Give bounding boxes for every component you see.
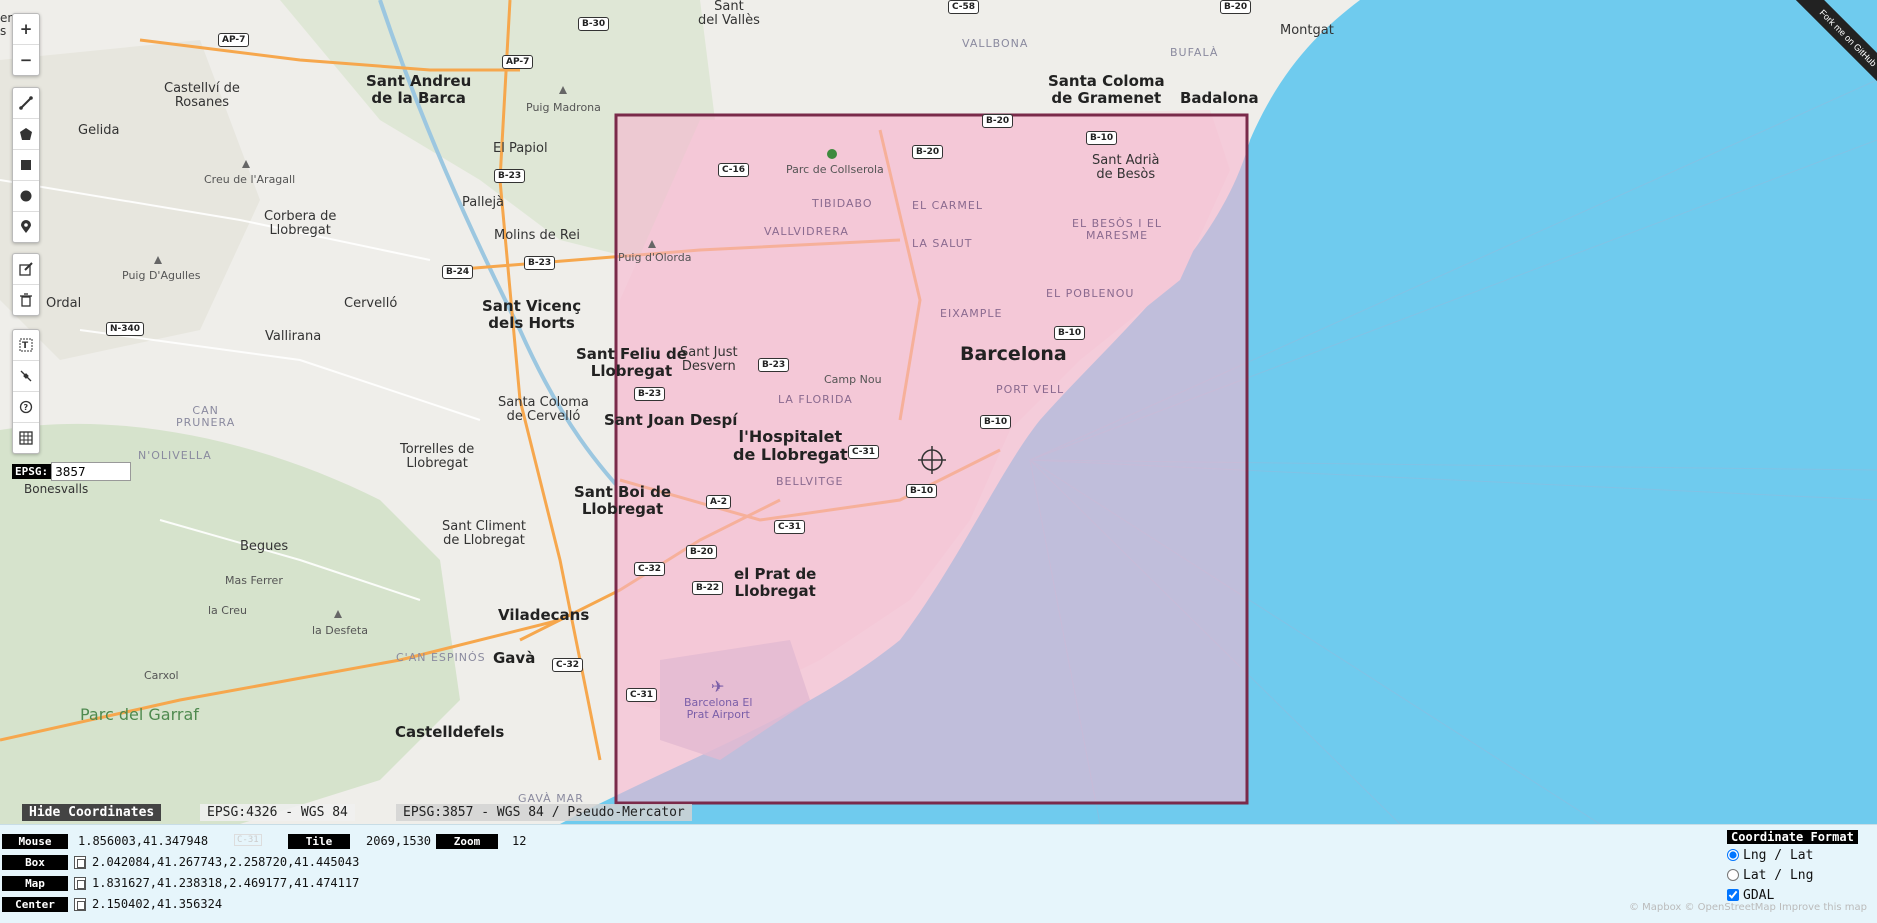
mouse-label: Mouse: [2, 834, 68, 849]
polyline-icon[interactable]: [13, 88, 39, 119]
road-shield: B-20: [912, 145, 944, 159]
grid-icon[interactable]: [13, 423, 39, 453]
road-shield: AP-7: [502, 55, 534, 69]
mouse-road-shield: C-31: [234, 834, 262, 846]
gdal-label: GDAL: [1743, 887, 1775, 903]
road-shield: AP-7: [218, 33, 250, 47]
edit-toolbar: [12, 253, 40, 316]
center-value: 2.150402,41.356324: [92, 897, 223, 911]
road-shield: B-20: [1220, 0, 1252, 14]
gdal-checkbox[interactable]: [1727, 889, 1739, 901]
rectangle-icon[interactable]: [13, 150, 39, 181]
road-shield: B-23: [494, 169, 526, 183]
tab-epsg-4326[interactable]: EPSG:4326 - WGS 84: [200, 804, 355, 821]
road-shield: B-10: [980, 415, 1012, 429]
map-attribution[interactable]: © Mapbox © OpenStreetMap Improve this ma…: [1629, 902, 1867, 913]
latlng-radio[interactable]: [1727, 869, 1739, 881]
road-shield: C-16: [718, 163, 750, 177]
road-shield: B-23: [758, 358, 790, 372]
svg-text:?: ?: [24, 403, 29, 412]
copy-icon[interactable]: [74, 856, 86, 869]
map-base-layer: ✈: [0, 0, 1877, 824]
copy-icon[interactable]: [74, 898, 86, 911]
road-shield: B-10: [906, 484, 938, 498]
epsg-label: EPSG:: [12, 464, 52, 479]
zoom-label: Zoom: [436, 834, 498, 849]
tile-value: 2069,1530: [366, 834, 432, 848]
mouse-value: 1.856003,41.347948: [78, 834, 209, 848]
satellite-icon[interactable]: [13, 361, 39, 392]
coordinates-panel: Mouse 1.856003,41.347948 C-31 Tile 2069,…: [0, 824, 1877, 923]
coordinate-format-title: Coordinate Format: [1727, 830, 1858, 844]
road-shield: B-30: [578, 17, 610, 31]
epsg-input[interactable]: [51, 462, 132, 481]
box-value: 2.042084,41.267743,2.258720,41.445043: [92, 855, 360, 869]
center-label: Center: [2, 897, 68, 912]
road-shield: B-23: [524, 256, 556, 270]
edit-icon[interactable]: [13, 254, 39, 285]
road-shield: C-31: [848, 445, 880, 459]
road-shield: B-20: [982, 114, 1014, 128]
latlng-label: Lat / Lng: [1743, 867, 1814, 883]
road-shield: B-22: [692, 581, 724, 595]
zoom-value: 12: [512, 834, 527, 848]
circle-icon[interactable]: [13, 181, 39, 212]
svg-text:T: T: [22, 341, 29, 351]
map-label: Map: [2, 876, 68, 891]
road-shield: C-31: [626, 688, 658, 702]
road-shield: C-32: [552, 658, 584, 672]
polygon-icon[interactable]: [13, 119, 39, 150]
road-shield: B-23: [634, 387, 666, 401]
coordinate-format-control: Coordinate Format Lng / Lat Lat / Lng GD…: [1727, 830, 1858, 905]
road-shield: B-10: [1086, 131, 1118, 145]
lnglat-label: Lng / Lat: [1743, 847, 1814, 863]
hide-coordinates-button[interactable]: Hide Coordinates: [22, 804, 162, 821]
road-shield: B-24: [442, 265, 474, 279]
zoom-control: + −: [12, 13, 40, 76]
svg-text:✈: ✈: [711, 677, 724, 696]
zoom-out-button[interactable]: −: [13, 45, 39, 75]
road-shield: C-32: [634, 562, 666, 576]
marker-icon[interactable]: [13, 212, 39, 242]
road-shield: B-20: [686, 545, 718, 559]
help-icon[interactable]: ?: [13, 392, 39, 423]
map-canvas[interactable]: ✈ en s Sant Andreu de la Barca Castellví…: [0, 0, 1877, 824]
epsg-control: EPSG:: [12, 462, 132, 481]
zoom-in-button[interactable]: +: [13, 14, 39, 45]
road-shield: B-10: [1054, 326, 1086, 340]
road-shield: C-58: [948, 0, 980, 14]
trash-icon[interactable]: [13, 285, 39, 315]
tab-epsg-3857[interactable]: EPSG:3857 - WGS 84 / Pseudo-Mercator: [396, 804, 692, 821]
tile-label: Tile: [288, 834, 350, 849]
lnglat-radio[interactable]: [1727, 849, 1739, 861]
road-shield: A-2: [706, 495, 731, 509]
box-label: Box: [2, 855, 68, 870]
extra-toolbar: T ?: [12, 329, 40, 454]
copy-icon[interactable]: [74, 877, 86, 890]
text-box-icon[interactable]: T: [13, 330, 39, 361]
draw-toolbar: [12, 87, 40, 243]
map-value: 1.831627,41.238318,2.469177,41.474117: [92, 876, 360, 890]
road-shield: N-340: [106, 322, 145, 336]
road-shield: C-31: [774, 520, 806, 534]
